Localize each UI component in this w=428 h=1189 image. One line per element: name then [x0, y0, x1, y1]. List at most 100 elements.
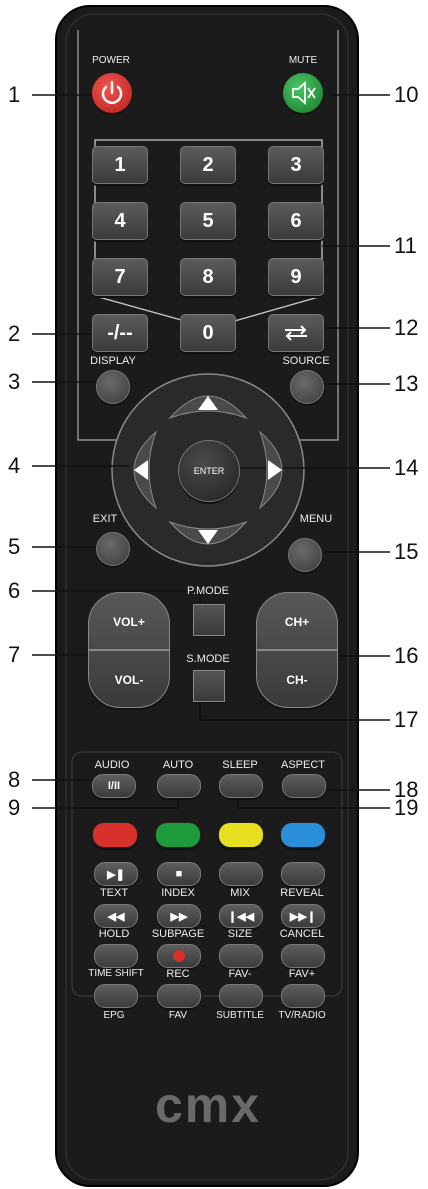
- channel-rocker[interactable]: CH+ CH-: [256, 592, 338, 708]
- enter-button[interactable]: ENTER: [178, 440, 240, 502]
- audio-label: AUDIO: [94, 759, 130, 771]
- time-shift-label: TIME SHIFT: [88, 968, 144, 979]
- auto-label: AUTO: [162, 759, 194, 771]
- digit-3-button[interactable]: 3: [268, 146, 324, 184]
- rec-label: REC: [166, 968, 190, 980]
- aspect-button[interactable]: [282, 774, 326, 798]
- volume-rocker[interactable]: VOL+ VOL-: [88, 592, 170, 708]
- stop-button[interactable]: ■: [157, 862, 201, 886]
- brand-logo: cmx: [154, 1077, 262, 1133]
- recall-button[interactable]: [268, 314, 324, 352]
- next-button[interactable]: ▶▶❙: [281, 904, 325, 928]
- mix-blank-button[interactable]: [219, 862, 263, 886]
- digit-0-button[interactable]: 0: [180, 314, 236, 352]
- callout-5: 5: [8, 534, 21, 559]
- recall-icon: [285, 325, 307, 341]
- callout-2: 2: [8, 321, 21, 346]
- callout-12: 12: [394, 315, 419, 340]
- fav-plus-button[interactable]: [281, 984, 325, 1008]
- callout-8: 8: [8, 767, 21, 792]
- previous-button[interactable]: ❙◀◀: [219, 904, 263, 928]
- source-label: SOURCE: [282, 355, 330, 367]
- exit-label: EXIT: [92, 513, 118, 525]
- callout-19: 19: [394, 795, 419, 820]
- hold-button[interactable]: [94, 944, 138, 968]
- callout-7: 7: [8, 642, 21, 667]
- enter-label: ENTER: [193, 466, 225, 476]
- digit-2-button[interactable]: 2: [180, 146, 236, 184]
- subpage-label: SUBPAGE: [151, 928, 205, 940]
- record-icon: [173, 950, 185, 962]
- digit-9-button[interactable]: 9: [268, 258, 324, 296]
- arrow-left-icon: [133, 431, 157, 509]
- mute-icon: [292, 81, 316, 105]
- callout-17: 17: [394, 707, 419, 732]
- ch-up-label: CH+: [284, 615, 310, 629]
- skip-back-icon: ❙◀◀: [227, 910, 255, 923]
- menu-label: MENU: [299, 513, 333, 525]
- smode-label: S.MODE: [186, 653, 230, 665]
- callout-16: 16: [394, 643, 419, 668]
- arrow-up-icon: [169, 395, 247, 419]
- pmode-button[interactable]: [193, 604, 225, 636]
- callout-6: 6: [8, 578, 21, 603]
- down-button[interactable]: [162, 516, 254, 560]
- ch-down-label: CH-: [286, 673, 308, 687]
- digit-4-button[interactable]: 4: [92, 202, 148, 240]
- yellow-key-button[interactable]: [218, 822, 264, 848]
- left-button[interactable]: [118, 424, 162, 516]
- fav-minus-label: FAV-: [228, 968, 252, 980]
- auto-button[interactable]: [157, 774, 201, 798]
- menu-button[interactable]: [288, 538, 322, 572]
- cancel-label: CANCEL: [279, 928, 325, 940]
- display-button[interactable]: [96, 370, 130, 404]
- fast-forward-button[interactable]: ▶▶: [157, 904, 201, 928]
- digit-6-button[interactable]: 6: [268, 202, 324, 240]
- blue-key-button[interactable]: [280, 822, 326, 848]
- audio-button[interactable]: I/II: [92, 774, 136, 798]
- green-key-button[interactable]: [155, 822, 201, 848]
- vol-down-label: VOL-: [114, 673, 144, 687]
- epg-label: EPG: [103, 1010, 125, 1021]
- time-shift-button[interactable]: [94, 984, 138, 1008]
- aspect-label: ASPECT: [280, 759, 325, 771]
- fast-forward-icon: ▶▶: [170, 910, 188, 923]
- digit-5-button[interactable]: 5: [180, 202, 236, 240]
- size-label: SIZE: [227, 928, 253, 940]
- callout-4: 4: [8, 453, 21, 478]
- size-button[interactable]: [219, 944, 263, 968]
- smode-button[interactable]: [193, 670, 225, 702]
- digit-1-button[interactable]: 1: [92, 146, 148, 184]
- cancel-button[interactable]: [281, 944, 325, 968]
- play-pause-button[interactable]: ▶❚: [94, 862, 138, 886]
- rewind-button[interactable]: ◀◀: [94, 904, 138, 928]
- mute-label: MUTE: [288, 55, 318, 66]
- digit-7-button[interactable]: 7: [92, 258, 148, 296]
- callout-3: 3: [8, 369, 21, 394]
- callout-13: 13: [394, 371, 419, 396]
- rewind-icon: ◀◀: [107, 910, 125, 923]
- callout-9: 9: [8, 795, 21, 820]
- mute-button[interactable]: [283, 73, 323, 113]
- exit-button[interactable]: [96, 532, 130, 566]
- subtitle-label: SUBTITLE: [216, 1010, 264, 1021]
- dash-button[interactable]: -/--: [92, 314, 148, 352]
- right-button[interactable]: [254, 424, 298, 516]
- reveal-blank-button[interactable]: [281, 862, 325, 886]
- arrow-right-icon: [259, 431, 283, 509]
- source-button[interactable]: [290, 370, 324, 404]
- callout-11: 11: [394, 233, 417, 258]
- rec-button[interactable]: [157, 984, 201, 1008]
- pmode-label: P.MODE: [187, 585, 229, 597]
- fav-label: FAV: [168, 1010, 188, 1021]
- digit-8-button[interactable]: 8: [180, 258, 236, 296]
- remote-diagram: 1 2 3 4 5 6 7 8 9 10 11 12 13 14 15 16 1…: [0, 0, 428, 1189]
- power-button[interactable]: [92, 73, 132, 113]
- record-button[interactable]: [157, 944, 201, 968]
- red-key-button[interactable]: [92, 822, 138, 848]
- fav-minus-button[interactable]: [219, 984, 263, 1008]
- sleep-button[interactable]: [219, 774, 263, 798]
- callout-1: 1: [8, 82, 21, 107]
- up-button[interactable]: [162, 380, 254, 424]
- power-icon: [101, 80, 123, 104]
